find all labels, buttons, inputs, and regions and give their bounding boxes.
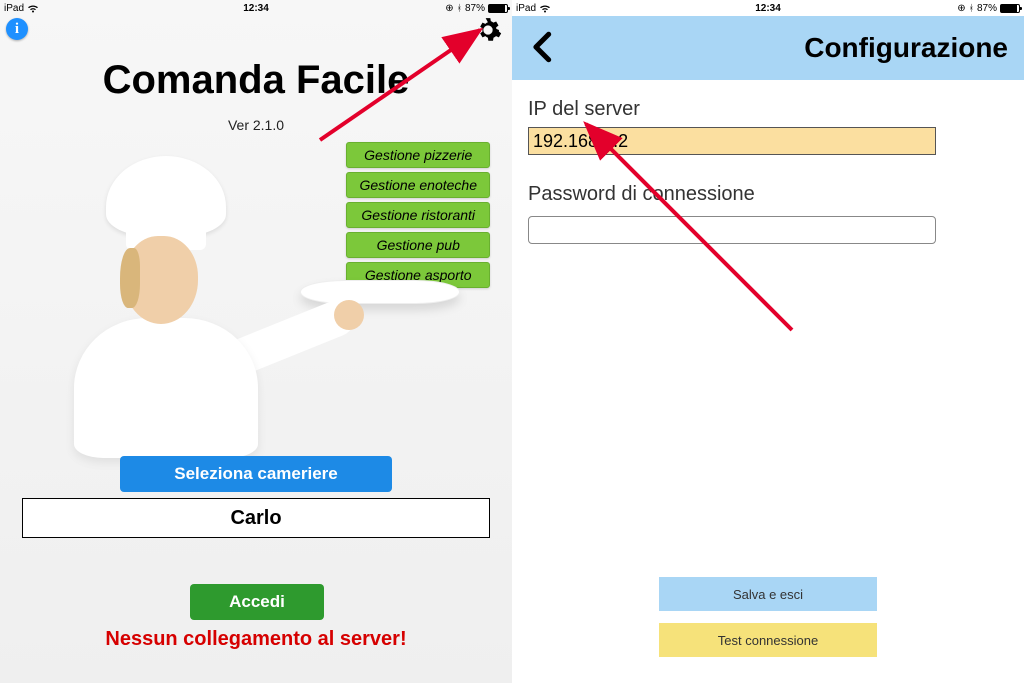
- orientation-lock-icon: ⊕: [957, 3, 965, 14]
- password-label: Password di connessione: [528, 183, 1008, 206]
- battery-icon: [488, 4, 508, 13]
- connection-error-label: Nessun collegamento al server!: [0, 628, 512, 651]
- nav-title: Configurazione: [804, 32, 1008, 64]
- home-screen: iPad 12:34 ⊕ ᚼ 87% i Comanda Facile Ver …: [0, 0, 512, 683]
- feature-badge: Gestione pub: [346, 232, 490, 258]
- clock: 12:34: [243, 3, 269, 14]
- battery-pct: 87%: [465, 3, 485, 14]
- version-label: Ver 2.1.0: [0, 117, 512, 133]
- wifi-icon: [27, 4, 39, 13]
- waiter-name-value: Carlo: [230, 507, 281, 530]
- bluetooth-icon: ᚼ: [457, 3, 462, 13]
- back-button[interactable]: [526, 30, 560, 64]
- feature-badge: Gestione enoteche: [346, 172, 490, 198]
- navbar: Configurazione: [512, 16, 1024, 80]
- app-title: Comanda Facile: [0, 58, 512, 103]
- config-form: IP del server Password di connessione: [512, 80, 1024, 258]
- orientation-lock-icon: ⊕: [445, 3, 453, 14]
- settings-gear-icon[interactable]: [474, 16, 502, 44]
- status-bar: iPad 12:34 ⊕ ᚼ 87%: [0, 0, 512, 16]
- device-label: iPad: [516, 3, 551, 14]
- status-right: ⊕ ᚼ 87%: [445, 3, 508, 14]
- test-connection-button[interactable]: Test connessione: [659, 623, 877, 657]
- save-and-exit-button[interactable]: Salva e esci: [659, 577, 877, 611]
- battery-icon: [1000, 4, 1020, 13]
- chef-illustration: [14, 150, 354, 450]
- status-right: ⊕ ᚼ 87%: [957, 3, 1020, 14]
- bluetooth-icon: ᚼ: [969, 3, 974, 13]
- clock: 12:34: [755, 3, 781, 14]
- info-icon[interactable]: i: [6, 18, 28, 40]
- feature-badge: Gestione ristoranti: [346, 202, 490, 228]
- feature-badge: Gestione pizzerie: [346, 142, 490, 168]
- waiter-name-field[interactable]: Carlo: [22, 498, 490, 538]
- status-bar: iPad 12:34 ⊕ ᚼ 87%: [512, 0, 1024, 16]
- ip-label: IP del server: [528, 98, 1008, 121]
- feature-badges: Gestione pizzerie Gestione enoteche Gest…: [346, 142, 490, 288]
- login-button[interactable]: Accedi: [190, 584, 324, 620]
- device-label: iPad: [4, 3, 39, 14]
- password-input[interactable]: [528, 216, 936, 244]
- wifi-icon: [539, 4, 551, 13]
- battery-pct: 87%: [977, 3, 997, 14]
- select-waiter-button[interactable]: Seleziona cameriere: [120, 456, 392, 492]
- bottom-buttons: Salva e esci Test connessione: [512, 577, 1024, 657]
- ip-input[interactable]: [528, 127, 936, 155]
- config-screen: iPad 12:34 ⊕ ᚼ 87% Configurazione IP del…: [512, 0, 1024, 683]
